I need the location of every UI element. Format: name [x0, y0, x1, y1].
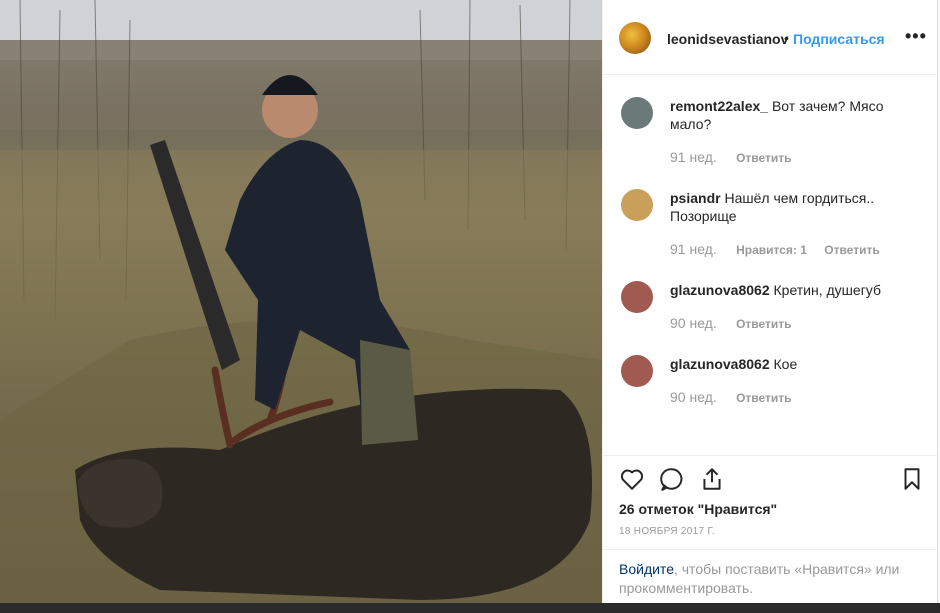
comment-age[interactable]: 90 нед.	[670, 315, 717, 331]
author-username[interactable]: leonidsevastianov	[667, 31, 788, 47]
reply-button[interactable]: Ответить	[736, 317, 791, 331]
reply-button[interactable]: Ответить	[736, 151, 791, 165]
commenter-username[interactable]: glazunova8062	[670, 356, 770, 372]
comment-meta: 91 нед. Ответить	[670, 149, 806, 165]
author-avatar[interactable]	[619, 22, 651, 54]
commenter-avatar[interactable]	[621, 189, 653, 221]
commenter-username[interactable]: psiandr	[670, 190, 721, 206]
commenter-avatar[interactable]	[621, 281, 653, 313]
comment-item: psiandr Нашёл чем гордиться.. Позорище 9…	[603, 189, 937, 269]
more-options-icon[interactable]: •••	[905, 26, 927, 47]
comment-item: remont22alex_ Вот зачем? Мясо мало? 91 н…	[603, 97, 937, 177]
comment-body: Кретин, душегуб	[773, 282, 881, 298]
comment-item: glazunova8062 Кретин, душегуб 90 нед. От…	[603, 281, 937, 351]
comment-meta: 91 нед. Нравится: 1 Ответить	[670, 241, 894, 257]
post-header: leonidsevastianov • Подписаться •••	[603, 0, 937, 75]
comment-meta: 90 нед. Ответить	[670, 389, 806, 405]
comment-body: Кое	[773, 356, 798, 372]
comments-list[interactable]: remont22alex_ Вот зачем? Мясо мало? 91 н…	[603, 75, 937, 455]
comment-icon[interactable]	[659, 466, 685, 492]
comment-likes-count[interactable]: Нравится: 1	[736, 243, 807, 257]
post-photo[interactable]	[0, 0, 602, 603]
comment-text: glazunova8062 Кое	[670, 355, 920, 373]
post-side-panel: leonidsevastianov • Подписаться ••• remo…	[602, 0, 938, 603]
comment-text: psiandr Нашёл чем гордиться.. Позорище	[670, 189, 920, 225]
heart-icon[interactable]	[619, 466, 645, 492]
hunter-with-moose-image	[0, 0, 602, 603]
reply-button[interactable]: Ответить	[736, 391, 791, 405]
commenter-username[interactable]: remont22alex_	[670, 98, 768, 114]
comment-text: glazunova8062 Кретин, душегуб	[670, 281, 920, 299]
comment-age[interactable]: 90 нед.	[670, 389, 717, 405]
likes-count[interactable]: 26 отметок "Нравится"	[619, 501, 777, 517]
bookmark-icon[interactable]	[899, 466, 925, 492]
follow-button[interactable]: Подписаться	[793, 31, 885, 47]
login-prompt: Войдите, чтобы поставить «Нравится» или …	[603, 549, 937, 603]
header-separator-dot: •	[784, 30, 789, 46]
post-actions: 26 отметок "Нравится" 18 НОЯБРЯ 2017 Г.	[603, 455, 937, 550]
reply-button[interactable]: Ответить	[824, 243, 879, 257]
post-date: 18 НОЯБРЯ 2017 Г.	[619, 526, 716, 537]
login-link[interactable]: Войдите	[619, 561, 674, 577]
page-bottom-strip	[0, 603, 940, 613]
commenter-avatar[interactable]	[621, 97, 653, 129]
comment-item: glazunova8062 Кое 90 нед. Ответить	[603, 355, 937, 425]
comment-age[interactable]: 91 нед.	[670, 149, 717, 165]
comment-meta: 90 нед. Ответить	[670, 315, 806, 331]
commenter-username[interactable]: glazunova8062	[670, 282, 770, 298]
commenter-avatar[interactable]	[621, 355, 653, 387]
comment-age[interactable]: 91 нед.	[670, 241, 717, 257]
comment-text: remont22alex_ Вот зачем? Мясо мало?	[670, 97, 920, 133]
share-icon[interactable]	[699, 466, 725, 492]
